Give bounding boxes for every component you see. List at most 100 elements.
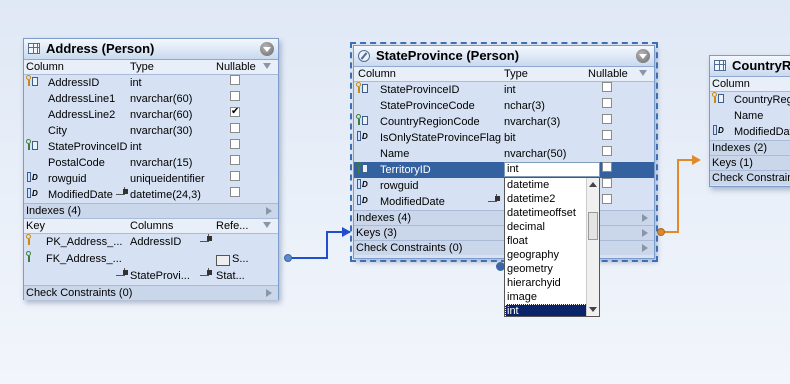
- type-option[interactable]: decimal: [505, 220, 599, 234]
- nullable-checkbox[interactable]: [230, 187, 240, 197]
- column-type: nchar(3): [504, 100, 545, 112]
- expand-icon[interactable]: [642, 244, 648, 252]
- check-constraints-section[interactable]: Check Constraints (0): [24, 285, 278, 300]
- filter-icon[interactable]: [263, 222, 271, 228]
- nullable-checkbox[interactable]: [602, 114, 612, 124]
- indexes-section[interactable]: Indexes (4): [24, 203, 278, 218]
- nullable-checkbox[interactable]: [602, 130, 612, 140]
- scroll-down-icon[interactable]: [589, 307, 597, 312]
- type-combobox[interactable]: int: [504, 162, 600, 177]
- type-option[interactable]: geography: [505, 248, 599, 262]
- column-name: StateProvinceID: [380, 84, 460, 96]
- expand-icon[interactable]: [642, 229, 648, 237]
- link-icon[interactable]: [116, 187, 128, 197]
- column-row[interactable]: Name: [710, 108, 790, 124]
- type-option[interactable]: datetime2: [505, 192, 599, 206]
- link-icon[interactable]: [200, 234, 212, 244]
- column-row[interactable]: D IsOnlyStateProvinceFlag bit: [354, 130, 654, 146]
- nullable-checkbox[interactable]: [230, 123, 240, 133]
- column-row[interactable]: CountryRegionCode nvarchar(3): [354, 114, 654, 130]
- header-nullable[interactable]: Nullable: [588, 67, 628, 81]
- column-name: Name: [734, 110, 764, 122]
- dropdown-scrollbar[interactable]: [586, 178, 599, 316]
- collapse-button[interactable]: [260, 42, 274, 56]
- table-address[interactable]: Address (Person) Column Type Nullable Ad…: [23, 38, 279, 300]
- scroll-thumb[interactable]: [588, 212, 598, 240]
- type-option[interactable]: hierarchyid: [505, 276, 599, 290]
- header-column[interactable]: Column: [712, 77, 750, 91]
- nullable-checkbox[interactable]: ✔: [230, 107, 240, 117]
- expand-icon[interactable]: [266, 289, 272, 297]
- nullable-checkbox[interactable]: [230, 75, 240, 85]
- link-icon[interactable]: [200, 268, 212, 278]
- column-row[interactable]: AddressLine1 nvarchar(60): [24, 91, 278, 107]
- column-row[interactable]: PostalCode nvarchar(15): [24, 155, 278, 171]
- default-value-icon: D: [357, 130, 368, 142]
- nullable-checkbox[interactable]: [602, 98, 612, 108]
- nullable-checkbox[interactable]: [602, 178, 612, 188]
- header-type[interactable]: Type: [130, 60, 154, 74]
- type-dropdown-list[interactable]: datetime datetime2 datetimeoffset decimal fl…: [504, 177, 600, 317]
- header-column[interactable]: Column: [26, 60, 64, 74]
- expand-icon[interactable]: [642, 214, 648, 222]
- nullable-checkbox[interactable]: [230, 139, 240, 149]
- link-icon[interactable]: [488, 194, 500, 204]
- check-constraints-section[interactable]: Check Constrain: [710, 170, 790, 185]
- column-row[interactable]: Name nvarchar(50): [354, 146, 654, 162]
- column-name: AddressID: [48, 77, 100, 89]
- key-row[interactable]: FK_Address_... S...: [24, 251, 278, 268]
- column-row[interactable]: CountryReg: [710, 92, 790, 108]
- key-row-continued[interactable]: StateProvi... Stat...: [24, 268, 278, 285]
- table-title[interactable]: Address (Person): [24, 39, 278, 60]
- indexes-section[interactable]: Indexes (2): [710, 140, 790, 155]
- nullable-checkbox[interactable]: [602, 162, 612, 172]
- table-title[interactable]: CountryR: [710, 56, 790, 77]
- header-columns[interactable]: Columns: [130, 219, 173, 233]
- column-type: int: [504, 84, 516, 96]
- type-option[interactable]: int: [505, 304, 599, 316]
- type-option[interactable]: datetimeoffset: [505, 206, 599, 220]
- collapse-button[interactable]: [636, 49, 650, 63]
- type-option[interactable]: datetime: [505, 178, 599, 192]
- link-icon[interactable]: [116, 268, 128, 278]
- nullable-checkbox[interactable]: [602, 146, 612, 156]
- nullable-checkbox[interactable]: [230, 171, 240, 181]
- nullable-checkbox[interactable]: [230, 91, 240, 101]
- column-row[interactable]: City nvarchar(30): [24, 123, 278, 139]
- header-key[interactable]: Key: [26, 219, 45, 233]
- header-nullable[interactable]: Nullable: [216, 60, 256, 74]
- column-type: nvarchar(30): [130, 125, 193, 137]
- filter-icon[interactable]: [639, 70, 647, 76]
- header-references[interactable]: Refe...: [216, 219, 248, 233]
- expand-icon[interactable]: [266, 207, 272, 215]
- fk-line-address-stateprovince[interactable]: [288, 231, 350, 259]
- key-row[interactable]: PK_Address_... AddressID: [24, 234, 278, 251]
- keys-section[interactable]: Keys (1): [710, 155, 790, 170]
- column-row[interactable]: D ModifiedDate datetime(24,3): [24, 187, 278, 203]
- connector-dot[interactable]: [284, 254, 292, 262]
- nullable-checkbox[interactable]: [602, 82, 612, 92]
- column-row[interactable]: D ModifiedDat: [710, 124, 790, 140]
- table-countryregion[interactable]: CountryR Column CountryReg Name D Modifi…: [709, 55, 790, 187]
- table-title[interactable]: StateProvince (Person): [354, 46, 654, 67]
- type-option[interactable]: float: [505, 234, 599, 248]
- filter-icon[interactable]: [263, 63, 271, 69]
- connector-dot[interactable]: [657, 228, 665, 236]
- column-row[interactable]: StateProvinceID int: [24, 139, 278, 155]
- header-type[interactable]: Type: [504, 67, 528, 81]
- column-row[interactable]: AddressLine2 nvarchar(60) ✔: [24, 107, 278, 123]
- nullable-checkbox[interactable]: [230, 155, 240, 165]
- type-option[interactable]: image: [505, 290, 599, 304]
- scroll-up-icon[interactable]: [589, 182, 597, 187]
- header-column[interactable]: Column: [358, 67, 396, 81]
- fk-line-stateprovince-countryregion[interactable]: [660, 159, 698, 233]
- key-columns: AddressID: [130, 236, 182, 248]
- column-row[interactable]: Drowguid uniqueidentifier: [24, 171, 278, 187]
- foreign-key-icon: [26, 139, 38, 151]
- column-row[interactable]: StateProvinceID int: [354, 82, 654, 98]
- nullable-checkbox[interactable]: [602, 194, 612, 204]
- key-header-row: Key Columns Refe...: [24, 218, 278, 234]
- column-row[interactable]: AddressID int: [24, 75, 278, 91]
- column-row[interactable]: StateProvinceCode nchar(3): [354, 98, 654, 114]
- type-option[interactable]: geometry: [505, 262, 599, 276]
